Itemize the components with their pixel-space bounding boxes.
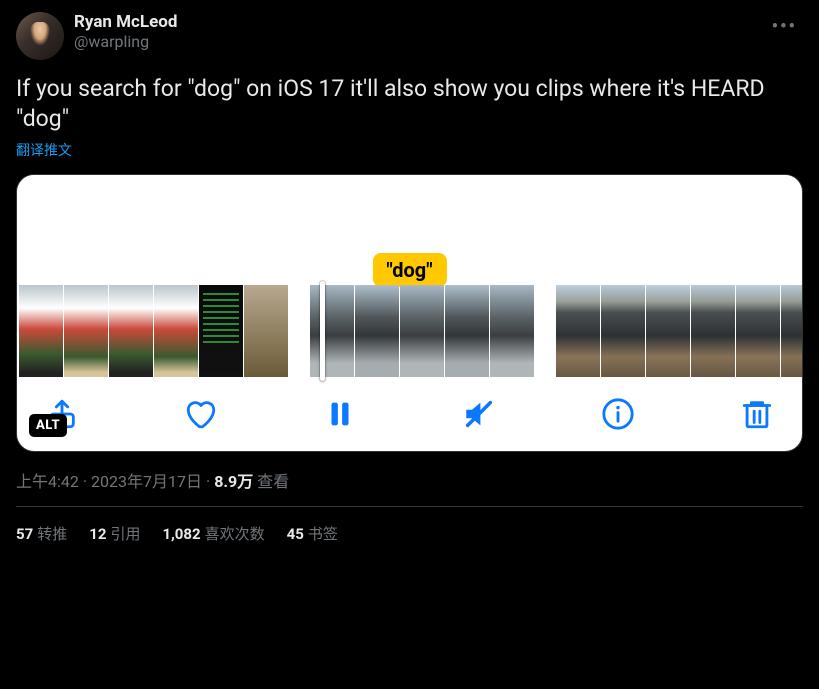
clip-thumbnail	[244, 285, 288, 377]
clip-thumbnail	[154, 285, 198, 377]
views-label: 查看	[257, 472, 289, 491]
media-controls	[17, 383, 802, 451]
tweet-header: Ryan McLeod @warpling •••	[16, 12, 803, 60]
clip-group-1	[19, 285, 288, 377]
user-block: Ryan McLeod @warpling	[74, 12, 756, 51]
playhead[interactable]	[320, 281, 325, 381]
pause-icon[interactable]	[323, 397, 357, 431]
clip-thumbnail	[310, 285, 354, 377]
clip-thumbnail	[199, 285, 243, 377]
translate-link[interactable]: 翻译推文	[16, 140, 803, 160]
clip-thumbnail	[736, 285, 780, 377]
clip-thumbnail	[601, 285, 645, 377]
tweet-stats: 57转推 12引用 1,082喜欢次数 45书签	[16, 507, 803, 544]
clip-thumbnail	[109, 285, 153, 377]
media-attachment[interactable]: "dog"	[16, 174, 803, 452]
clip-thumbnail	[556, 285, 600, 377]
views-count: 8.9万	[214, 472, 253, 491]
search-term-badge: "dog"	[372, 253, 446, 287]
clip-group-3	[556, 285, 803, 377]
clip-thumbnail	[19, 285, 63, 377]
clip-thumbnail	[400, 285, 444, 377]
tweet-date[interactable]: 2023年7月17日	[91, 472, 202, 491]
trash-icon[interactable]	[740, 397, 774, 431]
clip-thumbnail	[355, 285, 399, 377]
tweet-time[interactable]: 上午4:42	[16, 472, 79, 491]
info-icon[interactable]	[601, 397, 635, 431]
quotes-stat[interactable]: 12引用	[89, 523, 140, 544]
clip-thumbnail	[64, 285, 108, 377]
clip-thumbnail	[490, 285, 534, 377]
media-top-area: "dog"	[17, 175, 802, 285]
mute-icon[interactable]	[462, 397, 496, 431]
user-handle[interactable]: @warpling	[74, 32, 756, 51]
clip-group-2	[310, 285, 534, 377]
display-name[interactable]: Ryan McLeod	[74, 12, 756, 32]
likes-stat[interactable]: 1,082喜欢次数	[162, 523, 264, 544]
retweets-stat[interactable]: 57转推	[16, 523, 67, 544]
clip-thumbnail	[691, 285, 735, 377]
more-options-button[interactable]: •••	[766, 12, 803, 41]
clip-thumbnail	[646, 285, 690, 377]
tweet-meta: 上午4:42·2023年7月17日·8.9万 查看	[16, 468, 803, 492]
alt-badge[interactable]: ALT	[29, 414, 67, 437]
clip-thumbnail	[781, 285, 803, 377]
bookmarks-stat[interactable]: 45书签	[287, 523, 338, 544]
avatar[interactable]	[16, 12, 64, 60]
video-timeline[interactable]	[17, 285, 802, 383]
tweet-container: Ryan McLeod @warpling ••• If you search …	[0, 0, 819, 556]
tweet-text: If you search for "dog" on iOS 17 it'll …	[16, 74, 803, 134]
heart-icon[interactable]	[184, 397, 218, 431]
clip-thumbnail	[445, 285, 489, 377]
